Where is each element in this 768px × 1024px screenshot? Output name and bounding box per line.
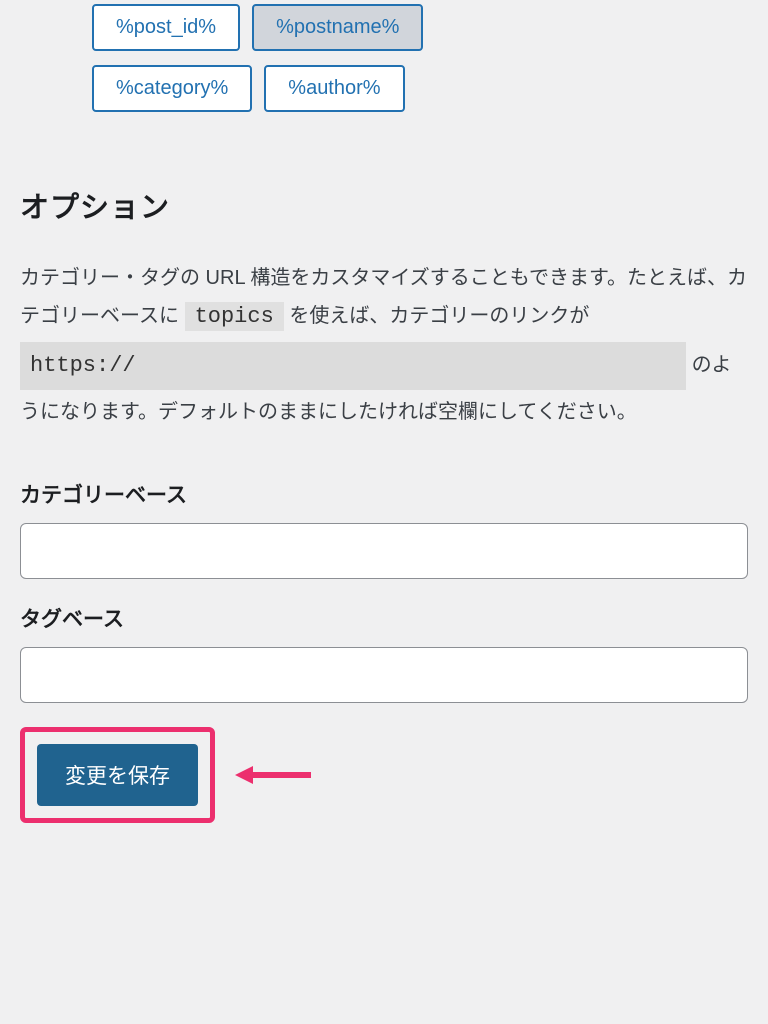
arrow-left-icon: [235, 763, 311, 787]
desc-text-2: を使えば、カテゴリーのリンクが: [289, 305, 589, 327]
tag-postname-button[interactable]: %postname%: [252, 4, 423, 51]
tag-base-input[interactable]: [20, 647, 748, 703]
desc-url-preview: https://: [20, 342, 686, 391]
tag-author-button[interactable]: %author%: [264, 65, 404, 112]
desc-code-example: topics: [185, 302, 284, 331]
tag-row-2: %category% %author%: [92, 65, 748, 112]
tag-post-id-button[interactable]: %post_id%: [92, 4, 240, 51]
options-heading: オプション: [20, 184, 748, 226]
category-base-input[interactable]: [20, 523, 748, 579]
tag-category-button[interactable]: %category%: [92, 65, 252, 112]
submit-row: 変更を保存: [20, 727, 748, 823]
category-base-label: カテゴリーベース: [20, 479, 748, 509]
tag-row-1: %post_id% %postname%: [92, 4, 748, 51]
permalink-tag-buttons: %post_id% %postname% %category% %author%: [20, 0, 748, 112]
tag-base-label: タグベース: [20, 603, 748, 633]
save-changes-button[interactable]: 変更を保存: [37, 744, 198, 806]
highlight-annotation: 変更を保存: [20, 727, 215, 823]
options-description: カテゴリー・タグの URL 構造をカスタマイズすることもできます。たとえば、カテ…: [20, 260, 748, 431]
